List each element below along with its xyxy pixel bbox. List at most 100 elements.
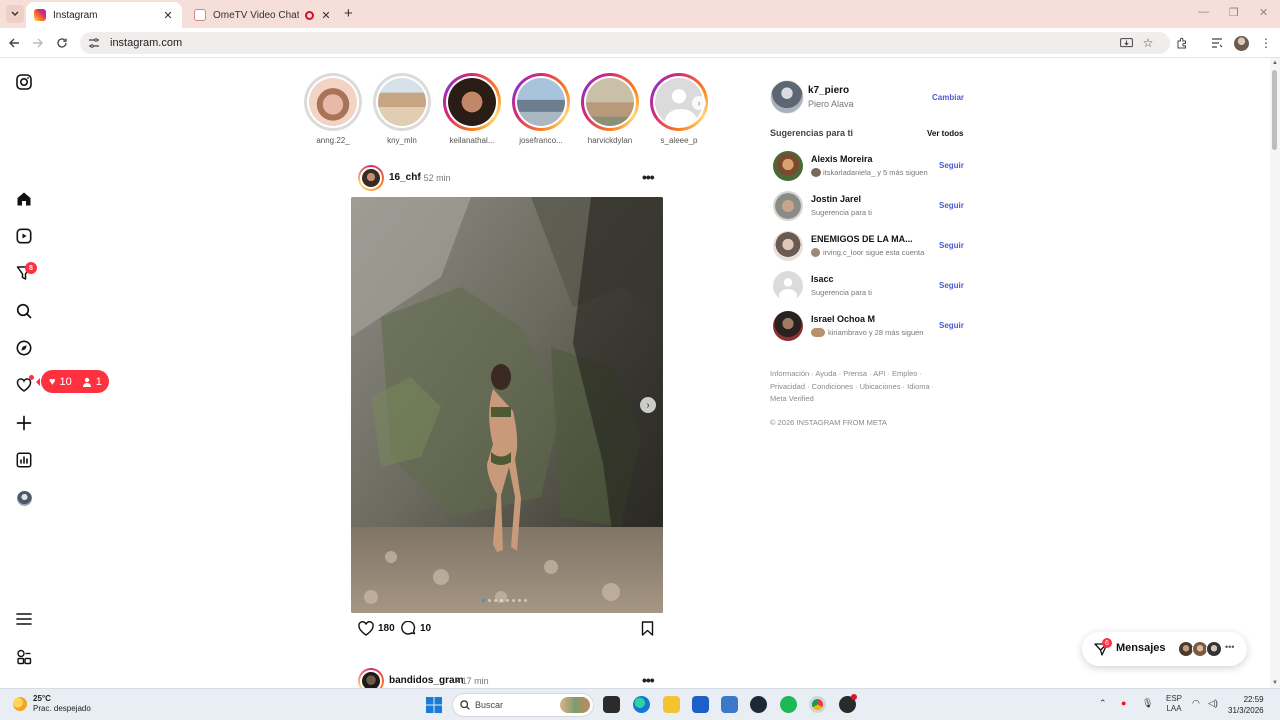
taskbar-search[interactable]: Buscar — [452, 693, 594, 717]
also-from-meta-icon[interactable] — [14, 647, 34, 667]
activity-popup[interactable]: ♥ 10 1 — [36, 370, 109, 393]
weather-icon[interactable] — [13, 697, 27, 711]
language-bottom: LAA — [1166, 704, 1182, 713]
compass-icon[interactable] — [14, 338, 34, 358]
messages-button[interactable]: 6 Mensajes ••• — [1082, 632, 1247, 666]
edge-icon[interactable] — [633, 696, 650, 713]
carousel-dot — [524, 599, 527, 602]
more-menu-icon[interactable] — [14, 609, 34, 629]
story-item[interactable]: harvickdylan — [580, 73, 640, 145]
scroll-down-icon[interactable]: ▼ — [1272, 680, 1278, 686]
carousel-dot — [488, 599, 491, 602]
suggestion-name[interactable]: Jostin Jarel — [811, 194, 861, 204]
page-scrollbar[interactable]: ▲ ▼ — [1270, 58, 1280, 688]
reload-icon[interactable] — [54, 35, 70, 51]
post-options-icon[interactable]: ••• — [642, 169, 655, 185]
tray-app-icon[interactable]: ● — [1121, 698, 1126, 708]
reels-icon[interactable] — [14, 226, 34, 246]
insights-icon[interactable] — [14, 450, 34, 470]
follow-button[interactable]: Seguir — [939, 321, 964, 330]
suggestion-avatar[interactable] — [773, 231, 803, 261]
tab-search-button[interactable] — [6, 5, 24, 23]
weather-widget[interactable]: 25°C Prac. despejado — [33, 694, 91, 713]
heart-filled-icon: ♥ — [49, 375, 56, 388]
post-username[interactable]: bandidos_gram — [389, 675, 463, 686]
follow-button[interactable]: Seguir — [939, 281, 964, 290]
story-item[interactable]: anng.22_ — [303, 73, 363, 145]
back-icon[interactable] — [6, 35, 22, 51]
extensions-icon[interactable] — [1174, 35, 1190, 51]
chrome-icon[interactable] — [809, 696, 826, 713]
follow-button[interactable]: Seguir — [939, 241, 964, 250]
post-username[interactable]: 16_chf — [389, 172, 421, 183]
follow-button[interactable]: Seguir — [939, 161, 964, 170]
clock[interactable]: 22:59 31/3/2026 — [1228, 694, 1264, 716]
comment-button[interactable]: 10 — [401, 621, 431, 636]
heart-icon[interactable] — [14, 375, 34, 395]
close-tab-icon[interactable]: ✕ — [320, 9, 332, 22]
story-item[interactable]: kny_mln — [372, 73, 432, 145]
wifi-icon[interactable]: ◠ — [1192, 698, 1200, 709]
post-actions: 180 10 — [358, 621, 658, 639]
microphone-icon[interactable]: 🎙 — [1142, 698, 1153, 709]
task-view-icon[interactable] — [603, 696, 620, 713]
switch-account-link[interactable]: Cambiar — [932, 93, 964, 102]
story-item[interactable]: keilanathal... — [442, 73, 502, 145]
carousel-next-icon[interactable]: › — [640, 397, 656, 413]
search-icon[interactable] — [14, 301, 34, 321]
suggestion-avatar[interactable] — [773, 191, 803, 221]
story-item[interactable]: josefranco... — [511, 73, 571, 145]
likes-count: 10 — [59, 375, 72, 388]
close-tab-icon[interactable]: ✕ — [162, 9, 174, 22]
suggestion-avatar[interactable] — [773, 311, 803, 341]
bookmark-icon — [641, 621, 654, 636]
close-window-icon[interactable]: ✕ — [1259, 6, 1268, 19]
instagram-logo-icon[interactable] — [14, 72, 34, 92]
scroll-thumb[interactable] — [1272, 70, 1277, 150]
suggestion-name[interactable]: Alexis Moreira — [811, 154, 873, 164]
volume-icon[interactable]: ◁) — [1208, 698, 1218, 709]
profile-avatar[interactable] — [14, 488, 34, 508]
install-app-icon[interactable] — [1118, 35, 1134, 51]
like-button[interactable]: 180 — [358, 621, 395, 636]
post-avatar[interactable] — [358, 165, 384, 191]
tray-overflow-icon[interactable]: ⌃ — [1099, 698, 1107, 709]
footer-links[interactable]: Información · Ayuda · Prensa · API · Emp… — [770, 368, 945, 406]
default-avatar-icon[interactable] — [773, 271, 803, 301]
reading-list-icon[interactable] — [1209, 35, 1225, 51]
forward-icon[interactable] — [30, 35, 46, 51]
stories-next-icon[interactable]: › — [692, 96, 706, 110]
suggestion-avatar[interactable] — [773, 151, 803, 181]
post-options-icon[interactable]: ••• — [642, 672, 655, 688]
follow-button[interactable]: Seguir — [939, 201, 964, 210]
suggestion-name[interactable]: Isacc — [811, 274, 834, 284]
profile-avatar[interactable] — [1233, 35, 1249, 51]
bookmark-star-icon[interactable]: ☆ — [1140, 35, 1156, 51]
url-bar[interactable]: instagram.com — [80, 32, 1170, 54]
browser-menu-icon[interactable]: ⋮ — [1258, 35, 1274, 51]
account-name: Piero Alava — [808, 99, 854, 109]
steam-icon[interactable] — [750, 696, 767, 713]
language-indicator[interactable]: ESP LAA — [1166, 694, 1182, 714]
account-avatar[interactable] — [770, 80, 804, 114]
suggestion-name[interactable]: ENEMIGOS DE LA MA... — [811, 234, 913, 244]
post-image[interactable] — [351, 197, 663, 613]
file-explorer-icon[interactable] — [663, 696, 680, 713]
suggestion-name[interactable]: Israel Ochoa M — [811, 314, 875, 324]
minimize-icon[interactable]: — — [1198, 6, 1209, 18]
tab-instagram[interactable]: Instagram ✕ — [26, 2, 182, 28]
home-icon[interactable] — [14, 189, 34, 209]
tab-ometv[interactable]: OmeTV Video Chat — Alter ✕ — [186, 2, 340, 28]
restore-icon[interactable]: ❐ — [1229, 6, 1239, 19]
site-info-icon[interactable] — [88, 37, 100, 49]
windows-start-icon[interactable] — [426, 697, 442, 713]
save-button[interactable] — [641, 621, 654, 636]
outlook-icon[interactable] — [721, 696, 738, 713]
see-all-link[interactable]: Ver todos — [927, 129, 963, 138]
account-username[interactable]: k7_piero — [808, 85, 849, 96]
create-icon[interactable] — [14, 413, 34, 433]
scroll-up-icon[interactable]: ▲ — [1272, 60, 1278, 66]
store-icon[interactable] — [692, 696, 709, 713]
new-tab-button[interactable]: + — [344, 6, 353, 21]
spotify-icon[interactable] — [780, 696, 797, 713]
